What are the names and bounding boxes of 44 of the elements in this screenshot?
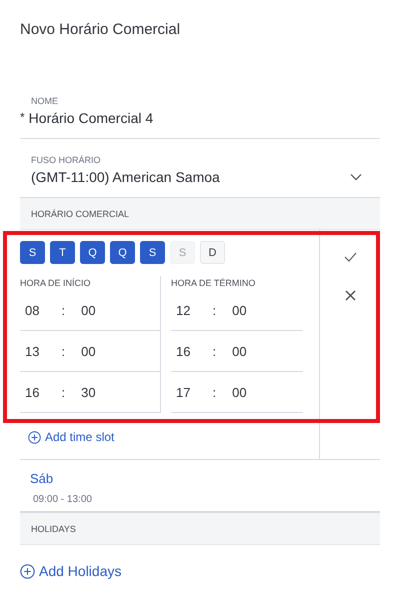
timezone-select[interactable]: FUSO HORÁRIO (GMT-11:00) American Samoa xyxy=(20,139,380,197)
weekday-toggle[interactable]: Q xyxy=(80,241,105,264)
field-value: (GMT-11:00) American Samoa xyxy=(31,169,220,185)
weekday-toggle[interactable]: S xyxy=(140,241,165,264)
hour-value[interactable]: 13 xyxy=(25,344,40,358)
weekday-toggle[interactable]: T xyxy=(50,241,75,264)
chevron-down-icon xyxy=(350,173,362,181)
hour-value[interactable]: 16 xyxy=(25,384,40,400)
time-separator: : xyxy=(212,302,216,318)
field-label: FUSO HORÁRIO xyxy=(31,155,102,165)
saved-day-link[interactable]: Sáb xyxy=(20,460,380,486)
hour-value[interactable]: 08 xyxy=(25,302,40,318)
add-time-slot-link[interactable]: Add time slot xyxy=(28,430,114,444)
time-separator: : xyxy=(61,384,66,400)
field-value: Horário Comercial 4 xyxy=(28,110,154,126)
minute-value[interactable]: 00 xyxy=(232,344,247,358)
plus-circle-icon xyxy=(28,430,41,444)
section-header: HOLIDAYS xyxy=(20,512,380,545)
hour-value[interactable]: 16 xyxy=(176,344,190,358)
time-separator: : xyxy=(61,344,66,358)
check-icon[interactable] xyxy=(344,252,356,262)
hour-value[interactable]: 12 xyxy=(176,302,190,318)
minute-value[interactable]: 30 xyxy=(81,384,96,400)
add-holidays-link[interactable]: Add Holidays xyxy=(20,563,122,579)
hour-value[interactable]: 17 xyxy=(176,384,190,400)
minute-value[interactable]: 00 xyxy=(232,302,247,318)
field-label: NOME xyxy=(30,96,59,106)
section-header: HORÁRIO COMERCIAL xyxy=(20,197,380,230)
required-mark: * xyxy=(20,110,25,126)
weekday-toggle[interactable]: Q xyxy=(110,241,135,264)
minute-value[interactable]: 00 xyxy=(81,302,96,318)
minute-value[interactable]: 00 xyxy=(81,344,96,358)
column-header: HORA DE INÍCIO xyxy=(20,277,92,290)
minute-value[interactable]: 00 xyxy=(232,384,247,400)
weekday-toggle[interactable]: D xyxy=(200,241,225,264)
column-header: HORA DE TÉRMINO xyxy=(171,277,256,290)
plus-circle-icon xyxy=(20,564,35,578)
close-icon[interactable] xyxy=(344,290,356,301)
time-separator: : xyxy=(212,384,216,400)
weekday-toggle[interactable]: S xyxy=(20,241,45,264)
time-separator: : xyxy=(61,302,66,318)
time-separator: : xyxy=(212,344,216,358)
name-field[interactable]: NOME * Horário Comercial 4 xyxy=(20,61,380,139)
page-title: Novo Horário Comercial xyxy=(20,20,182,40)
